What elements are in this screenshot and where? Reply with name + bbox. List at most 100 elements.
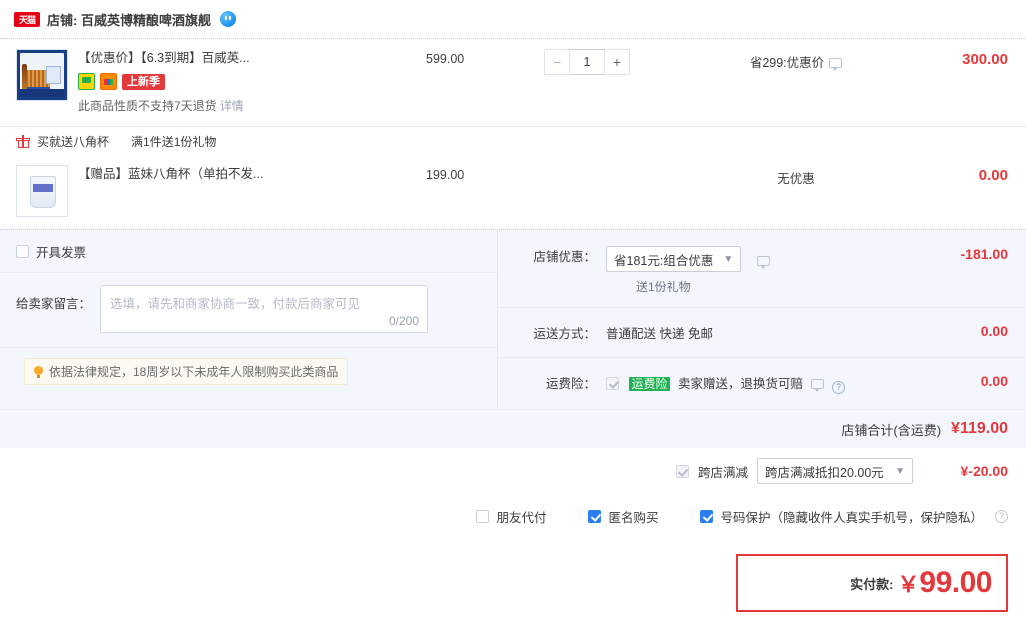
number-protection-label[interactable]: 号码保护（隐藏收件人真实手机号，保护隐私）: [720, 507, 983, 526]
pay-summary: 实付款: ￥ 99.00: [0, 554, 1026, 612]
shipping-row: 运送方式： 普通配送 快递 免邮 0.00: [498, 308, 1026, 357]
shop-discount-value: 省181元:组合优惠 ▼ 送1份礼物: [606, 246, 904, 295]
gift-title[interactable]: 【赠品】蓝妹八角杯（单拍不发...: [78, 165, 408, 183]
invoice-checkbox[interactable]: [16, 244, 29, 258]
friend-pay-label[interactable]: 朋友代付: [496, 507, 546, 526]
cross-store-label: 跨店满减: [697, 465, 748, 480]
shop-discount-subnote: 送1份礼物: [636, 280, 691, 294]
product-unit-price: 599.00: [426, 52, 465, 66]
shop-header: 天猫 店铺: 百威英博精酿啤酒旗舰: [0, 0, 1026, 38]
anonymous-buy-checkbox[interactable]: [588, 509, 602, 523]
shipping-insurance-checkbox: [606, 377, 619, 390]
shop-discount-amount: -181.00: [960, 246, 1008, 262]
product-title[interactable]: 【优惠价】【6.3到期】百威英...: [78, 49, 408, 67]
return-policy-text: 此商品性质不支持7天退货: [78, 99, 217, 113]
cross-store-selected: 跨店满减抵扣20.00元: [765, 465, 884, 480]
seller-message-placeholder: 选填，请先和商家协商一致，付款后商家可见: [110, 297, 361, 311]
tmall-badge-icon: 天猫: [14, 11, 40, 27]
actual-payment-amount: 99.00: [919, 566, 992, 599]
age-restriction-section: 依据法律规定，18周岁以下未成年人限制购买此类商品: [0, 348, 497, 397]
product-row: 【优惠价】【6.3到期】百威英... 上新季 此商品性质不支持7天退货 详情 59…: [0, 39, 1026, 126]
quantity-decrease-button[interactable]: −: [544, 49, 570, 75]
chevron-down-icon: ▼: [723, 253, 734, 265]
shipping-insurance-amount: 0.00: [980, 373, 1008, 389]
help-icon[interactable]: ?: [995, 509, 1008, 523]
cross-store-discount-row: 跨店满减 跨店满减抵扣20.00元 ▼ ¥-20.00: [0, 448, 1026, 494]
bottom-options-row: 朋友代付 匿名购买 号码保护（隐藏收件人真实手机号，保护隐私） ?: [0, 494, 1026, 538]
product-promotion-text: 省299:优惠价: [749, 56, 825, 70]
order-options-panel: 开具发票 给卖家留言： 选填，请先和商家协商一致，付款后商家可见 0/200 依…: [0, 230, 1026, 409]
new-season-tag: 上新季: [122, 73, 165, 90]
product-info: 【优惠价】【6.3到期】百威英... 上新季 此商品性质不支持7天退货 详情: [78, 49, 426, 114]
gift-info: 【赠品】蓝妹八角杯（单拍不发...: [78, 165, 426, 183]
invoice-label[interactable]: 开具发票: [36, 242, 86, 261]
wangwang-chat-icon[interactable]: [219, 11, 236, 27]
checkout-page: 天猫 店铺: 百威英博精酿啤酒旗舰 【优惠价】【6.3到期】百威英... 上新季…: [0, 0, 1026, 621]
shop-discount-select[interactable]: 省181元:组合优惠 ▼: [606, 246, 742, 272]
shop-discount-selected: 省181元:组合优惠: [614, 253, 714, 268]
shipping-insurance-text: 卖家赠送，退换货可赔: [677, 377, 803, 391]
shop-name[interactable]: 店铺: 百威英博精酿啤酒旗舰: [47, 10, 211, 29]
anonymous-buy-label[interactable]: 匿名购买: [608, 507, 658, 526]
seller-message-section: 给卖家留言： 选填，请先和商家协商一致，付款后商家可见 0/200: [0, 273, 497, 347]
number-protection-checkbox[interactable]: [700, 509, 714, 523]
shipping-insurance-badge: 运费险: [629, 377, 670, 391]
gift-thumbnail[interactable]: [16, 165, 68, 217]
product-thumb-cell: [0, 49, 78, 101]
seller-message-input[interactable]: 选填，请先和商家协商一致，付款后商家可见 0/200: [100, 285, 428, 333]
shipping-insurance-value: 运费险 卖家赠送，退换货可赔 ?: [606, 373, 904, 394]
shipping-insurance-label: 运费险：: [545, 377, 596, 391]
order-options-left: 开具发票 给卖家留言： 选填，请先和商家协商一致，付款后商家可见 0/200 依…: [0, 230, 498, 409]
product-subtotal-cell: 300.00: [906, 49, 1026, 68]
gift-bar-title: 买就送八角杯: [37, 134, 110, 149]
shipping-value[interactable]: 普通配送 快递 免邮: [606, 323, 904, 342]
shipping-label: 运送方式：: [533, 327, 596, 341]
quantity-increase-button[interactable]: +: [604, 49, 630, 75]
lightbulb-icon: [34, 365, 43, 378]
gift-promotion-bar: 买就送八角杯 满1件送1份礼物: [0, 127, 1026, 155]
shop-discount-label: 店铺优惠：: [533, 250, 596, 264]
gift-subtotal-cell: 0.00: [906, 165, 1026, 184]
quantity-cell: − 1 +: [544, 49, 686, 75]
number-protection-option[interactable]: 号码保护（隐藏收件人真实手机号，保护隐私） ?: [700, 507, 1008, 526]
currency-symbol: ￥: [897, 572, 920, 597]
invoice-section: 开具发票: [0, 230, 497, 272]
chevron-down-icon: ▼: [895, 465, 905, 477]
coupon-icon: [100, 73, 117, 90]
age-restriction-text: 依据法律规定，18周岁以下未成年人限制购买此类商品: [49, 365, 339, 379]
product-promotion: 省299:优惠价: [686, 49, 906, 71]
gift-subtotal: 0.00: [978, 167, 1008, 184]
seller-message-counter: 0/200: [388, 314, 419, 328]
quantity-stepper: − 1 +: [544, 49, 686, 75]
gift-promotion: 无优惠: [777, 172, 815, 186]
shipping-amount: 0.00: [980, 323, 1008, 339]
gift-icon: [16, 134, 30, 148]
actual-payment-label: 实付款:: [850, 576, 894, 592]
friend-pay-option[interactable]: 朋友代付: [476, 507, 546, 526]
product-subtotal: 300.00: [962, 51, 1008, 68]
product-thumbnail[interactable]: [16, 49, 68, 101]
speech-bubble-icon[interactable]: [756, 255, 770, 269]
quantity-input[interactable]: 1: [570, 49, 604, 75]
order-options-right: 店铺优惠： 省181元:组合优惠 ▼ 送1份礼物 -181.00 运送方式： 普…: [498, 230, 1026, 409]
return-policy-link[interactable]: 详情: [220, 99, 244, 113]
friend-pay-checkbox[interactable]: [476, 509, 490, 523]
seller-message-label: 给卖家留言：: [16, 297, 92, 311]
shop-total-amount: ¥119.00: [951, 420, 1008, 437]
gift-thumb-cell: [0, 165, 78, 217]
gift-row: 【赠品】蓝妹八角杯（单拍不发... 199.00 无优惠 0.00: [0, 155, 1026, 229]
gift-bar-rule: 满1件送1份礼物: [131, 134, 217, 149]
gift-box-icon: [78, 73, 95, 90]
help-icon[interactable]: ?: [831, 381, 845, 394]
cross-store-amount: ¥-20.00: [960, 463, 1008, 479]
shop-total-row: 店铺合计(含运费) ¥119.00: [0, 410, 1026, 448]
speech-bubble-icon[interactable]: [811, 379, 825, 392]
actual-payment-box: 实付款: ￥ 99.00: [736, 554, 1008, 612]
cross-store-checkbox: [675, 464, 689, 478]
speech-bubble-icon[interactable]: [829, 58, 843, 71]
shop-total-label: 店铺合计(含运费): [841, 422, 942, 438]
age-restriction-notice: 依据法律规定，18周岁以下未成年人限制购买此类商品: [24, 358, 349, 385]
anonymous-buy-option[interactable]: 匿名购买: [588, 507, 658, 526]
return-policy-note: 此商品性质不支持7天退货 详情: [78, 97, 412, 114]
cross-store-select[interactable]: 跨店满减抵扣20.00元 ▼: [757, 458, 913, 484]
